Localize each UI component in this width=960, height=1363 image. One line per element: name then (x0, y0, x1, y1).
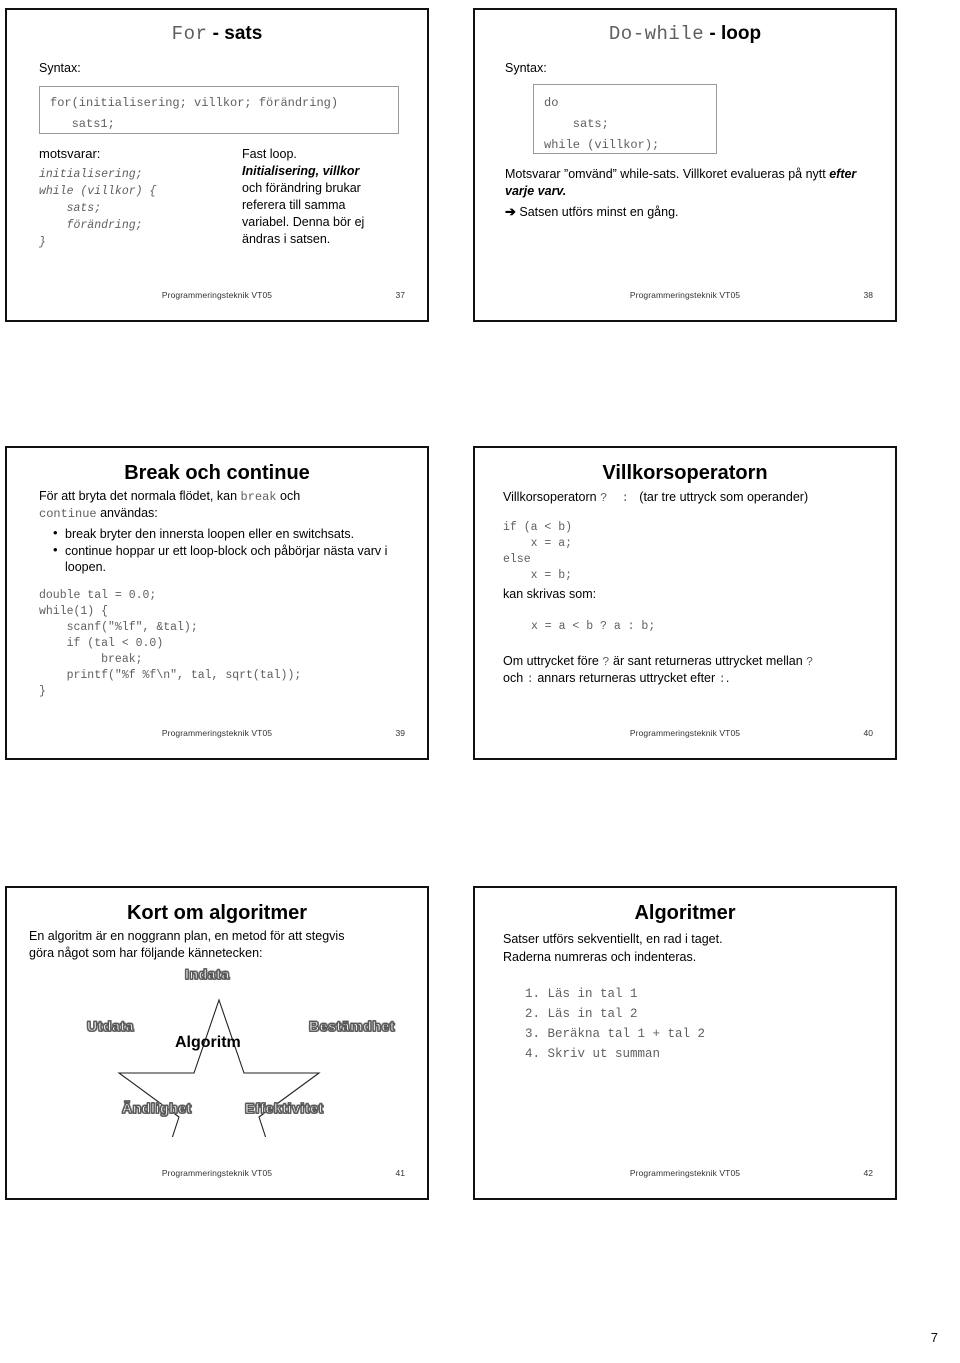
list-item: continue hoppar ur ett loop-block och på… (53, 542, 401, 575)
ternary-expl-d: annars returneras uttrycket efter (533, 671, 719, 685)
slide-footer: Programmeringsteknik VT05 41 (7, 1168, 427, 1180)
slide-villkorsoperatorn: Villkorsoperatorn Villkorsoperatorn ? : … (473, 446, 897, 760)
slide-do-while-loop: Do-while - loop Syntax: do sats; while (… (473, 8, 897, 322)
footer-course-label: Programmeringsteknik VT05 (629, 1168, 741, 1178)
satsen-utfors-text: Satsen utförs minst en gång. (519, 205, 679, 219)
break-intro-text-a: För att bryta det normala flödet, kan (39, 489, 241, 503)
syntax-code-box: do sats; while (villkor); (533, 84, 717, 154)
algorithm-step: 3. Beräkna tal 1 + tal 2 (525, 1027, 706, 1041)
break-intro-line-2: continue användas: (39, 505, 401, 522)
break-intro-line-1: För att bryta det normala flödet, kan br… (39, 488, 401, 505)
ternary-expl-e: . (725, 671, 730, 685)
continue-keyword: continue (39, 507, 97, 521)
footer-course-label: Programmeringsteknik VT05 (629, 290, 741, 300)
colon-operator: : (526, 672, 534, 686)
footer-course-label: Programmeringsteknik VT05 (161, 290, 273, 300)
slide-for-sats: For - sats Syntax: for(initialisering; v… (5, 8, 429, 322)
villkorsoperatorn-word: Villkorsoperatorn (503, 490, 597, 504)
algorithm-step: 2. Läs in tal 2 (525, 1007, 638, 1021)
slide-kort-om-algoritmer: Kort om algoritmer En algoritm är en nog… (5, 886, 429, 1200)
syntax-code-text: do sats; while (villkor); (544, 96, 660, 152)
footer-slide-number: 39 (395, 728, 405, 738)
algoritm-intro-line-2: göra något som har följande kännetecken: (29, 946, 263, 960)
star-label-effektivitet: Effektivitet (245, 1100, 324, 1117)
slide-footer: Programmeringsteknik VT05 38 (475, 290, 895, 302)
slide-title-mono: For (171, 23, 208, 45)
ternary-expl-a: Om uttrycket före (503, 654, 603, 668)
algorithm-step: 4. Skriv ut summan (525, 1047, 661, 1061)
ternary-expl-b: är sant returneras uttrycket mellan (609, 654, 807, 668)
syntax-label: Syntax: (505, 61, 547, 75)
villkorsoperatorn-note: (tar tre uttryck som operander) (639, 490, 809, 504)
fast-loop-line-2: Initialisering, villkor (242, 164, 360, 178)
slide-title: Villkorsoperatorn (602, 462, 768, 484)
fast-loop-line-4: referera till samma (242, 198, 346, 212)
syntax-code-text: for(initialisering; villkor; förändring)… (50, 96, 339, 131)
slide-title: For - sats (17, 23, 417, 45)
question-mark-operator: ? (806, 655, 814, 669)
algoritm-intro-line-1: En algoritm är en noggrann plan, en meto… (29, 929, 345, 943)
slide-title-rest: - loop (709, 23, 762, 44)
slide-break-och-continue: Break och continue För att bryta det nor… (5, 446, 429, 760)
star-label-indata: Indata (185, 966, 230, 983)
kan-skrivas-som-label: kan skrivas som: (503, 587, 597, 601)
ternary-operator-symbols: ? : (600, 491, 629, 505)
colon-operator: : (718, 672, 726, 686)
fast-loop-line-6: ändras i satsen. (242, 232, 331, 246)
footer-course-label: Programmeringsteknik VT05 (161, 1168, 273, 1178)
list-item: break bryter den innersta loopen eller e… (53, 525, 401, 542)
satsen-utfors-line: ➔ Satsen utförs minst en gång. (505, 203, 869, 221)
motsvarar-code: initialisering; while (villkor) { sats; … (39, 168, 157, 249)
star-label-utdata: Utdata (86, 1018, 135, 1035)
slide-title-rest: - sats (212, 23, 263, 44)
question-mark-operator: ? (602, 655, 610, 669)
syntax-label: Syntax: (39, 61, 81, 75)
slide-title: Kort om algoritmer (126, 902, 308, 924)
handout-page: For - sats Syntax: for(initialisering; v… (0, 0, 960, 1363)
slide-footer: Programmeringsteknik VT05 40 (475, 728, 895, 740)
footer-course-label: Programmeringsteknik VT05 (161, 728, 273, 738)
motsvarar-paragraph-part1: Motsvarar ”omvänd” while-sats. Villkoret… (505, 167, 830, 181)
footer-slide-number: 40 (863, 728, 873, 738)
star-label-andlighet: Ändlighet (122, 1100, 192, 1117)
footer-course-label: Programmeringsteknik VT05 (629, 728, 741, 738)
motsvarar-heading: motsvarar: (39, 146, 101, 161)
break-intro-text-c: användas: (96, 506, 158, 520)
fast-loop-line-3: och förändring brukar (242, 181, 361, 195)
page-number: 7 (930, 1330, 938, 1345)
algorithm-star-diagram: Indata Bestämdhet Effektivitet Ändlighet… (7, 962, 427, 1137)
footer-slide-number: 37 (395, 290, 405, 300)
right-arrow-icon: ➔ (505, 204, 516, 219)
break-intro-text-b: och (276, 489, 301, 503)
slide-footer: Programmeringsteknik VT05 39 (7, 728, 427, 740)
ternary-explanation-line-2: och : annars returneras uttrycket efter … (503, 670, 877, 687)
fast-loop-line-5: variabel. Denna bör ej (242, 215, 365, 229)
syntax-code-box: for(initialisering; villkor; förändring)… (39, 86, 399, 134)
if-else-example-code: if (a < b) x = a; else x = b; (503, 521, 573, 582)
star-label-bestamdhet: Bestämdhet (308, 1018, 396, 1035)
ternary-example-code: x = a < b ? a : b; (531, 620, 656, 633)
footer-slide-number: 42 (863, 1168, 873, 1178)
ternary-explanation-line-1: Om uttrycket före ? är sant returneras u… (503, 653, 877, 670)
slide-title: Break och continue (124, 462, 310, 484)
algoritmer-line-1: Satser utförs sekventiellt, en rad i tag… (503, 932, 723, 946)
break-example-code: double tal = 0.0; while(1) { scanf("%lf"… (39, 589, 302, 698)
footer-slide-number: 38 (863, 290, 873, 300)
slide-footer: Programmeringsteknik VT05 37 (7, 290, 427, 302)
villkorsoperatorn-definition: Villkorsoperatorn ? : (tar tre uttryck s… (503, 488, 877, 506)
break-continue-bullet-list: break bryter den innersta loopen eller e… (39, 525, 401, 575)
motsvarar-paragraph: Motsvarar ”omvänd” while-sats. Villkoret… (505, 166, 869, 200)
slide-title: Algoritmer (634, 902, 736, 924)
algoritmer-line-2: Raderna numreras och indenteras. (503, 950, 697, 964)
slide-title: Do-while - loop (485, 23, 885, 45)
slide-algoritmer: Algoritmer Satser utförs sekventiellt, e… (473, 886, 897, 1200)
slide-footer: Programmeringsteknik VT05 42 (475, 1168, 895, 1180)
slide-title-mono: Do-while (608, 23, 705, 45)
algorithm-step: 1. Läs in tal 1 (525, 987, 638, 1001)
fast-loop-line-1: Fast loop. (242, 147, 297, 161)
break-keyword: break (240, 490, 277, 504)
footer-slide-number: 41 (395, 1168, 405, 1178)
star-center-label: Algoritm (175, 1034, 241, 1051)
ternary-expl-c: och (503, 671, 527, 685)
